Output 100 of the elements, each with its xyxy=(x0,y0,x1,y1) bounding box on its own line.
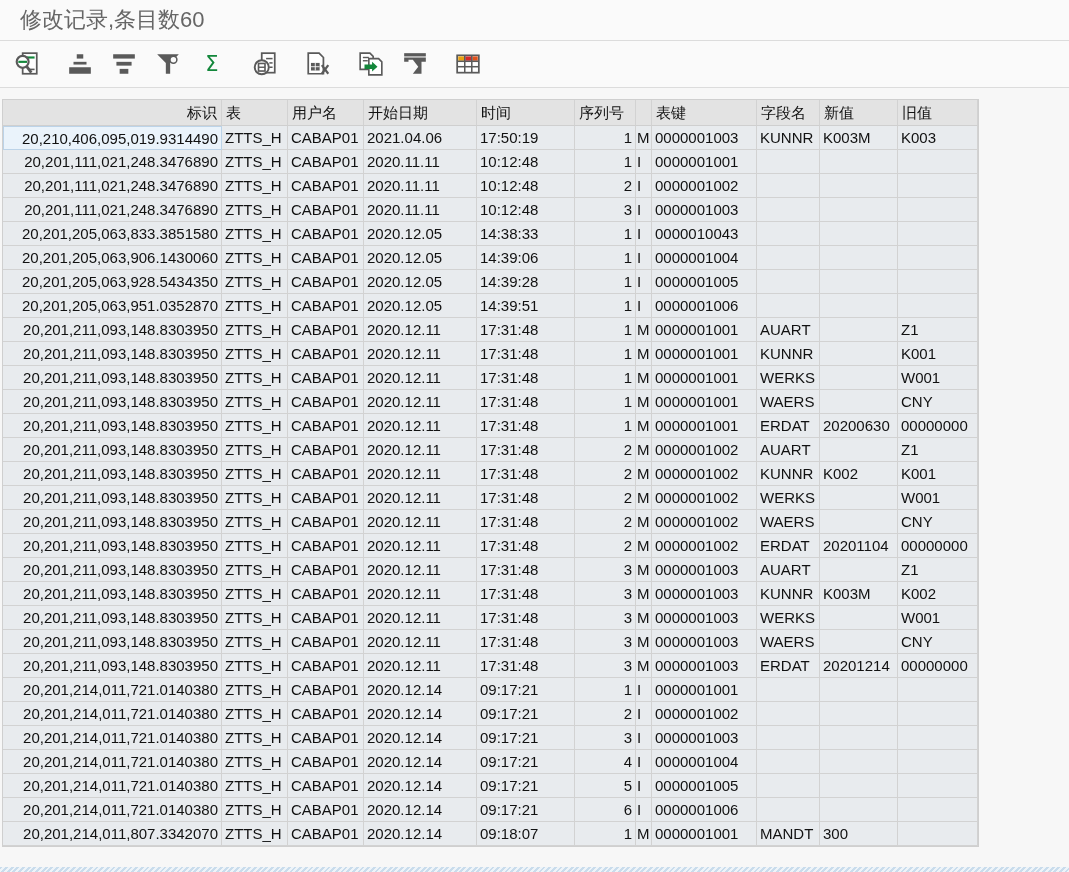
table-cell: 09:17:21 xyxy=(477,774,575,798)
table-cell: 20,201,214,011,721.0140380 xyxy=(3,774,222,798)
table-cell: 0000001003 xyxy=(652,558,757,582)
sort-ascending-icon[interactable] xyxy=(67,51,93,77)
magnifier-document-icon[interactable] xyxy=(14,51,40,77)
table-cell: ZTTS_H xyxy=(222,630,288,654)
table-cell: 2020.11.11 xyxy=(364,150,477,174)
table-cell: 2020.12.11 xyxy=(364,462,477,486)
table-cell: 17:50:19 xyxy=(477,126,575,150)
table-cell: CABAP01 xyxy=(288,606,364,630)
table-cell: CABAP01 xyxy=(288,678,364,702)
table-cell: 20,201,214,011,721.0140380 xyxy=(3,678,222,702)
table-cell: CABAP01 xyxy=(288,414,364,438)
table-cell: 2020.12.05 xyxy=(364,294,477,318)
table-cell: CABAP01 xyxy=(288,582,364,606)
table-cell: ZTTS_H xyxy=(222,798,288,822)
filter-icon[interactable] xyxy=(155,51,181,77)
spreadsheet-document-icon[interactable] xyxy=(305,51,331,77)
document-circle-icon[interactable] xyxy=(252,51,278,77)
table-cell: 2021.04.06 xyxy=(364,126,477,150)
table-cell: ZTTS_H xyxy=(222,174,288,198)
table-cell: 2020.12.11 xyxy=(364,654,477,678)
table-cell: CABAP01 xyxy=(288,510,364,534)
column-header[interactable]: 用户名 xyxy=(288,100,364,126)
table-cell: 6 xyxy=(575,798,636,822)
table-cell: 0000001001 xyxy=(652,342,757,366)
table-cell: 0000001003 xyxy=(652,630,757,654)
table-cell: 17:31:48 xyxy=(477,606,575,630)
table-cell: 2 xyxy=(575,702,636,726)
table-cell: 2020.12.05 xyxy=(364,270,477,294)
table-cell: Z1 xyxy=(898,558,978,582)
column-header[interactable]: 表 xyxy=(222,100,288,126)
column-header[interactable]: 字段名 xyxy=(757,100,820,126)
table-cell: 2020.12.11 xyxy=(364,630,477,654)
table-cell: I xyxy=(636,750,652,774)
table-cell: ZTTS_H xyxy=(222,486,288,510)
empty-cell xyxy=(757,774,820,798)
table-cell: ZTTS_H xyxy=(222,654,288,678)
table-cell: ERDAT xyxy=(757,654,820,678)
table-cell: 17:31:48 xyxy=(477,462,575,486)
table-cell: 09:17:21 xyxy=(477,798,575,822)
table-cell: 2 xyxy=(575,462,636,486)
document-arrow-icon[interactable] xyxy=(358,51,384,77)
table-cell: CABAP01 xyxy=(288,294,364,318)
table-cell: 14:38:33 xyxy=(477,222,575,246)
table-cell: ERDAT xyxy=(757,414,820,438)
table-cell: 20200630 xyxy=(820,414,898,438)
table-cell: I xyxy=(636,726,652,750)
table-cell: 2020.12.14 xyxy=(364,798,477,822)
table-cell: K003M xyxy=(820,582,898,606)
table-cell: K001 xyxy=(898,342,978,366)
table-cell: ZTTS_H xyxy=(222,582,288,606)
table-cell: 3 xyxy=(575,606,636,630)
column-header[interactable]: 序列号 xyxy=(575,100,636,126)
table-cell: 20,201,211,093,148.8303950 xyxy=(3,390,222,414)
table-cell: ZTTS_H xyxy=(222,270,288,294)
table-cell: CABAP01 xyxy=(288,438,364,462)
table-cell: ZTTS_H xyxy=(222,390,288,414)
empty-cell xyxy=(757,294,820,318)
sum-button[interactable]: Σ xyxy=(199,51,225,77)
table-cell: W001 xyxy=(898,486,978,510)
table-cell: ZTTS_H xyxy=(222,294,288,318)
table-cell: 2020.11.11 xyxy=(364,174,477,198)
empty-cell xyxy=(757,246,820,270)
table-cell: 1 xyxy=(575,294,636,318)
empty-cell xyxy=(757,174,820,198)
sort-descending-icon[interactable] xyxy=(111,51,137,77)
table-cell: 20,201,214,011,721.0140380 xyxy=(3,726,222,750)
table-cell: 20,201,211,093,148.8303950 xyxy=(3,414,222,438)
table-cell: 09:17:21 xyxy=(477,702,575,726)
table-cell: CABAP01 xyxy=(288,630,364,654)
table-cell: M xyxy=(636,486,652,510)
column-header[interactable]: 时间 xyxy=(477,100,575,126)
empty-cell xyxy=(757,270,820,294)
table-cell: 0000001001 xyxy=(652,414,757,438)
table-grid-icon[interactable] xyxy=(455,51,481,77)
table-cell: CABAP01 xyxy=(288,366,364,390)
table-cell: ZTTS_H xyxy=(222,246,288,270)
table-cell: ZTTS_H xyxy=(222,558,288,582)
table-cell: 300 xyxy=(820,822,898,846)
column-header[interactable]: 新值 xyxy=(820,100,898,126)
table-cell: ZTTS_H xyxy=(222,126,288,150)
column-header[interactable]: 表键 xyxy=(652,100,757,126)
column-header[interactable]: 旧值 xyxy=(898,100,978,126)
table-cell: 17:31:48 xyxy=(477,510,575,534)
table-cell: 2 xyxy=(575,174,636,198)
table-cell: 2020.12.11 xyxy=(364,534,477,558)
table-cell: 2020.11.11 xyxy=(364,198,477,222)
table-cell: 1 xyxy=(575,222,636,246)
table-cell: 2020.12.11 xyxy=(364,438,477,462)
table-cell: 2020.12.11 xyxy=(364,390,477,414)
table-cell: K003M xyxy=(820,126,898,150)
table-cell: M xyxy=(636,318,652,342)
table-cell: 2020.12.11 xyxy=(364,414,477,438)
column-header[interactable]: 开始日期 xyxy=(364,100,477,126)
frame-chevron-icon[interactable] xyxy=(402,51,428,77)
table-cell: 09:17:21 xyxy=(477,750,575,774)
table-cell: WERKS xyxy=(757,486,820,510)
table-cell: WAERS xyxy=(757,510,820,534)
table-cell: CABAP01 xyxy=(288,750,364,774)
